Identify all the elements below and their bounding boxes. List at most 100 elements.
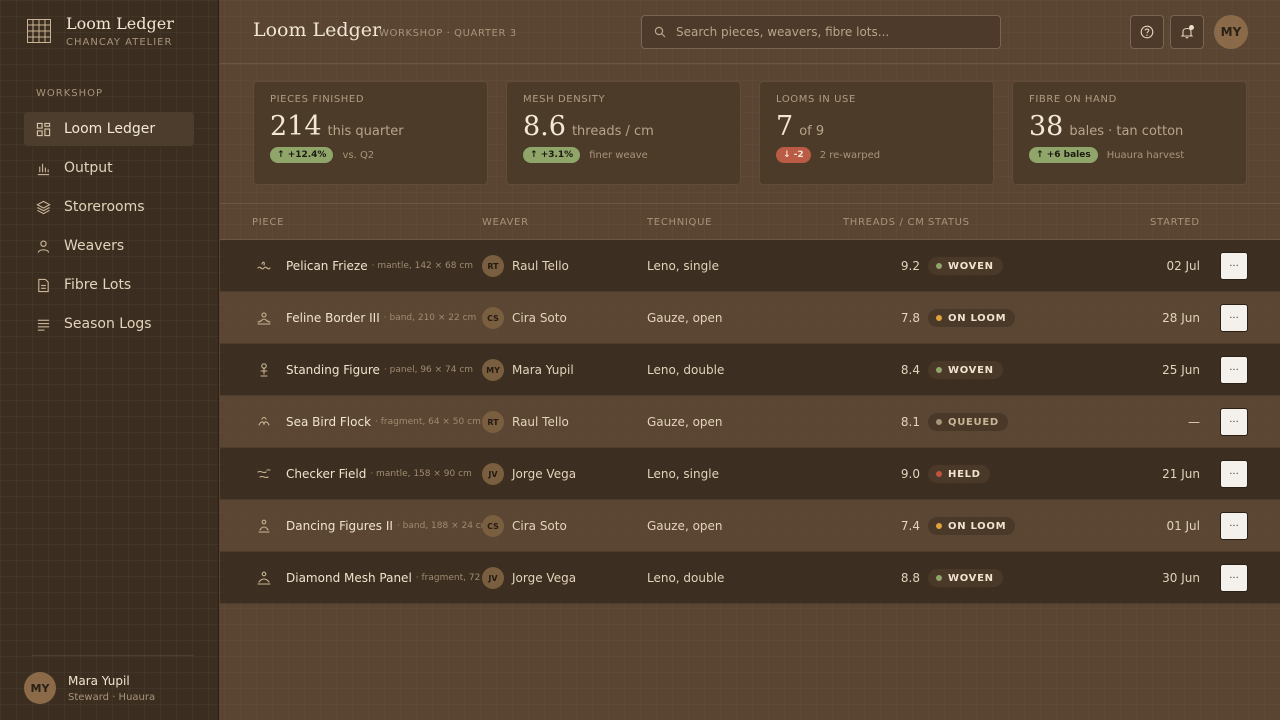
table-row[interactable]: Dancing Figures II · band, 188 × 24 cm CS… [220, 500, 1280, 552]
column-header-weaver[interactable]: WEAVER [482, 217, 529, 228]
arrow-up-icon: ↑ [530, 150, 541, 160]
weaver-avatar: RT [482, 255, 504, 277]
list-icon [37, 319, 50, 331]
status-cell: ON LOOM [928, 500, 1016, 552]
kpi-note: finer weave [589, 149, 648, 161]
kpi-unit: of 9 [799, 124, 825, 139]
status-dot [936, 575, 942, 581]
sidebar-footer: MY Mara Yupil Steward · Huaura [24, 655, 194, 704]
kpi-delta: +12.4% [287, 150, 327, 160]
started-cell: 21 Jun [1162, 467, 1200, 481]
piece-name: Pelican Frieze [286, 259, 368, 273]
table-row[interactable]: Sea Bird Flock · fragment, 64 × 50 cm RT R… [220, 396, 1280, 448]
piece-name: Checker Field [286, 467, 367, 481]
weaver-cell: CS Cira Soto [482, 500, 567, 552]
weaver-avatar: MY [482, 359, 504, 381]
column-header-status[interactable]: STATUS [928, 217, 970, 228]
threads-cell: 8.8 [900, 571, 920, 585]
piece-cell: Checker Field · mantle, 158 × 90 cm [286, 448, 482, 500]
status-label: WOVEN [948, 260, 994, 272]
piece-meta: · band, 210 × 22 cm [383, 313, 477, 323]
technique-cell: Leno, double [647, 363, 725, 377]
sidebar-item-season-logs[interactable]: Season Logs [24, 307, 194, 341]
checker-icon [257, 469, 271, 479]
weaver-avatar: JV [482, 463, 504, 485]
kpi-delta: -2 [793, 150, 804, 160]
row-actions-button[interactable]: ··· [1220, 304, 1248, 332]
kpi-delta-badge: ↑ +3.1% [523, 147, 581, 163]
kpi-delta-badge: ↓ -2 [776, 147, 811, 163]
feline-icon [257, 312, 271, 325]
status-cell: QUEUED [928, 396, 1008, 448]
weaver-cell: JV Jorge Vega [482, 448, 576, 500]
person-icon [37, 240, 50, 253]
sidebar-item-loom-ledger[interactable]: Loom Ledger [24, 112, 194, 146]
row-actions-button[interactable]: ··· [1220, 356, 1248, 384]
kpi-row: PIECES FINISHED 214 this quarter ↑ +12.4%… [253, 81, 1247, 185]
sidebar-item-weavers[interactable]: Weavers [24, 229, 194, 263]
kpi-delta: +3.1% [540, 150, 574, 160]
started-cell: 02 Jul [1166, 259, 1200, 273]
sidebar-item-fibre-lots[interactable]: Fibre Lots [24, 268, 194, 302]
row-actions-button[interactable]: ··· [1220, 408, 1248, 436]
kpi-label: FIBRE ON HAND [1029, 94, 1117, 105]
row-actions-button[interactable]: ··· [1220, 564, 1248, 592]
sidebar-item-output[interactable]: Output [24, 151, 194, 185]
table-row[interactable]: Pelican Frieze · mantle, 142 × 68 cm RT Ra… [220, 240, 1280, 292]
table-row[interactable]: Checker Field · mantle, 158 × 90 cm JV Jor… [220, 448, 1280, 500]
sidebar-item-label: Weavers [64, 238, 125, 254]
weaver-name: Mara Yupil [512, 363, 574, 377]
started-cell: 01 Jul [1166, 519, 1200, 533]
status-badge: WOVEN [928, 569, 1003, 587]
weaver-name: Jorge Vega [512, 571, 577, 585]
column-header-started[interactable]: STARTED [1150, 217, 1200, 228]
brand-subtitle: CHANCAY ATELIER [66, 37, 173, 48]
status-cell: WOVEN [928, 552, 1003, 604]
status-dot [936, 419, 942, 425]
user-role: Steward · Huaura [68, 691, 156, 703]
table-body: Pelican Frieze · mantle, 142 × 68 cm RT Ra… [220, 240, 1280, 604]
brand[interactable]: Loom Ledger CHANCAY ATELIER [26, 14, 174, 48]
column-header-threads[interactable]: THREADS / CM [843, 217, 925, 228]
sidebar-item-label: Loom Ledger [64, 121, 156, 137]
sidebar-item-label: Output [64, 160, 113, 176]
status-dot [936, 471, 942, 477]
help-button[interactable] [1130, 15, 1164, 49]
table-row[interactable]: Diamond Mesh Panel· fragment, 72 × 40 cm… [220, 552, 1280, 604]
started-cell: 25 Jun [1162, 363, 1200, 377]
status-label: WOVEN [948, 572, 994, 584]
weaver-name: Cira Soto [512, 311, 567, 325]
kpi-value: 38 [1029, 111, 1064, 142]
kpi-card-mesh-density: MESH DENSITY 8.6 threads / cm ↑ +3.1% fine… [506, 81, 741, 185]
dashboard-icon [36, 122, 51, 136]
kpi-label: LOOMS IN USE [776, 94, 856, 105]
notification-dot [1189, 25, 1194, 30]
started-cell: — [1188, 415, 1200, 429]
user-profile[interactable]: MY Mara Yupil Steward · Huaura [24, 672, 194, 704]
table-row[interactable]: Feline Border III · band, 210 × 22 cm CS C… [220, 292, 1280, 344]
sidebar-item-storerooms[interactable]: Storerooms [24, 190, 194, 224]
kpi-card-looms-in-use: LOOMS IN USE 7 of 9 ↓ -2 2 re-warped [759, 81, 994, 185]
technique-cell: Gauze, open [647, 519, 723, 533]
sidebar-item-label: Storerooms [64, 199, 145, 215]
table-row[interactable]: Standing Figure · panel, 96 × 74 cm MY Mar… [220, 344, 1280, 396]
weaver-cell: RT Raul Tello [482, 240, 569, 292]
page-header: Loom Ledger WORKSHOP · QUARTER 3 MY [220, 0, 1280, 64]
kpi-label: PIECES FINISHED [270, 94, 365, 105]
weaver-name: Raul Tello [512, 259, 569, 273]
column-header-piece[interactable]: PIECE [252, 217, 284, 228]
arrow-down-icon: ↓ [783, 150, 794, 160]
kpi-delta: +6 bales [1046, 150, 1091, 160]
started-cell: 28 Jun [1162, 311, 1200, 325]
row-actions-button[interactable]: ··· [1220, 252, 1248, 280]
row-actions-button[interactable]: ··· [1220, 460, 1248, 488]
column-header-technique[interactable]: TECHNIQUE [647, 217, 712, 228]
row-actions-button[interactable]: ··· [1220, 512, 1248, 540]
kpi-card-pieces-finished: PIECES FINISHED 214 this quarter ↑ +12.4%… [253, 81, 488, 185]
header-avatar[interactable]: MY [1214, 15, 1248, 49]
status-badge: WOVEN [928, 361, 1003, 379]
search-bar[interactable] [641, 15, 1001, 49]
notifications-button[interactable] [1170, 15, 1204, 49]
search-input[interactable] [676, 25, 1000, 39]
search-icon [654, 26, 666, 38]
